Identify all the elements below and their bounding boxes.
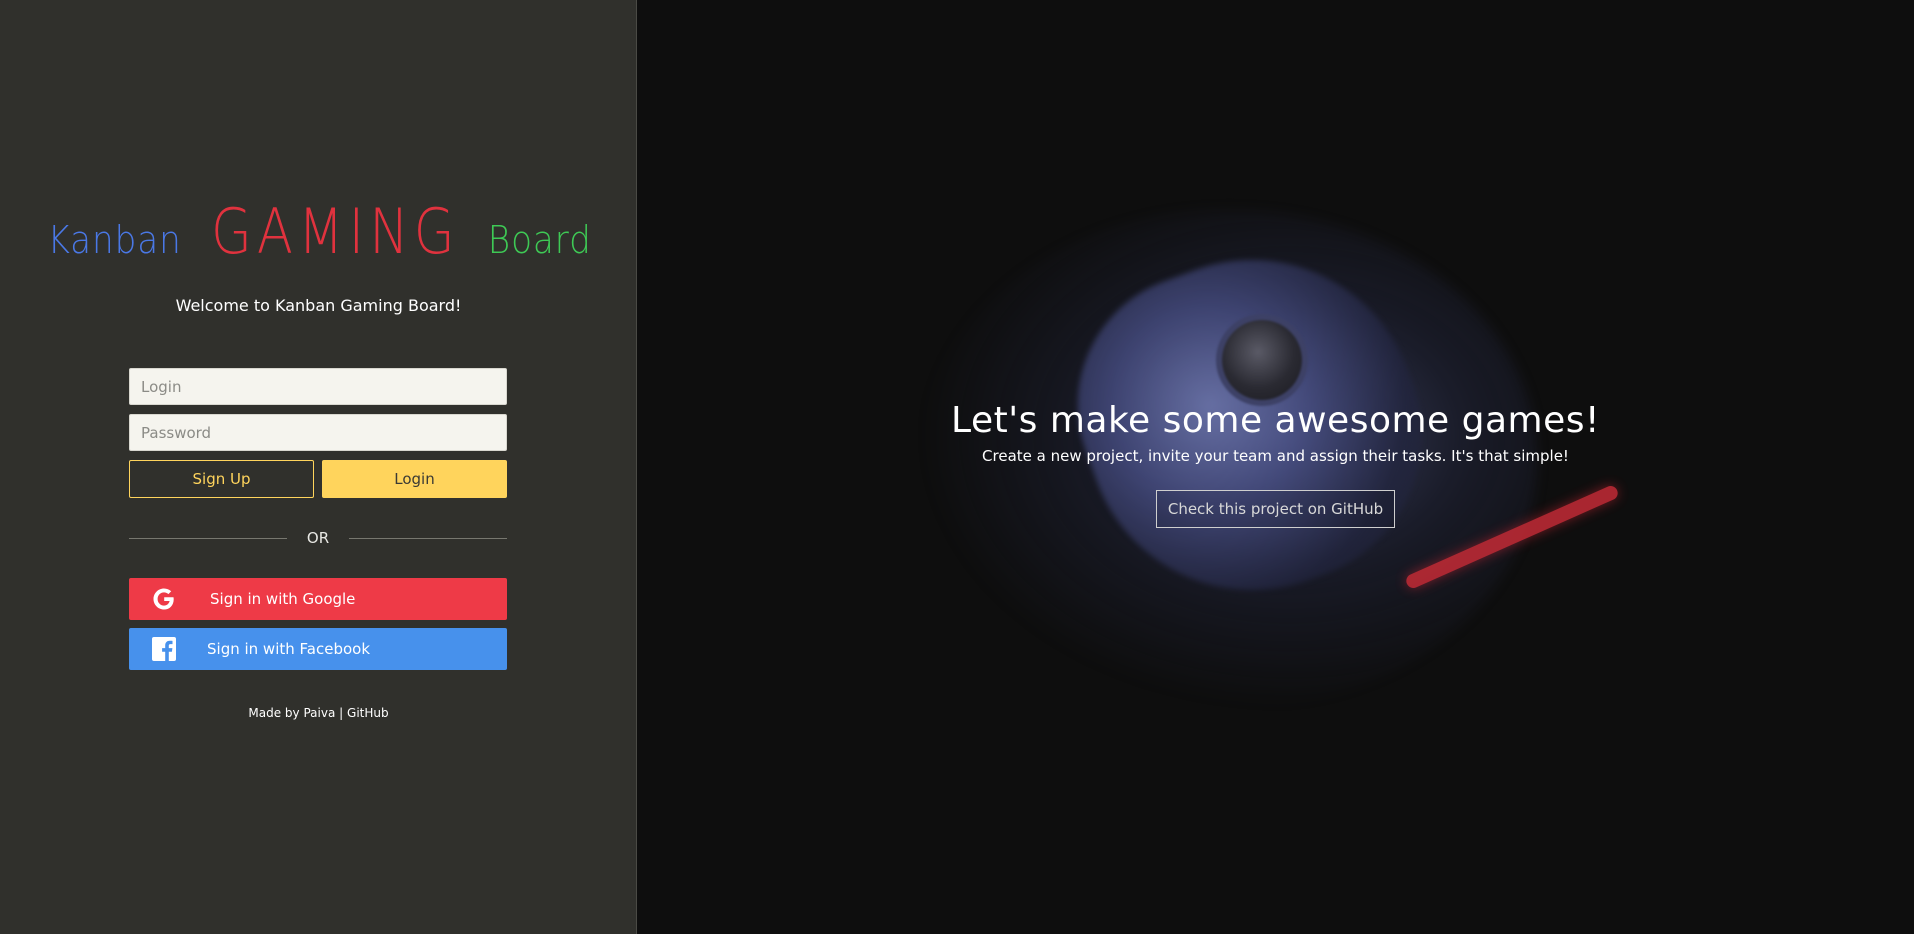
gamepad-thumbstick (1222, 320, 1302, 400)
divider-line-left (129, 537, 287, 539)
page: Kanban GAMING Board Welcome to Kanban Gami… (0, 0, 1914, 934)
login-input[interactable] (129, 368, 507, 405)
github-project-button[interactable]: Check this project on GitHub (1155, 490, 1396, 528)
welcome-text: Welcome to Kanban Gaming Board! (175, 296, 462, 315)
hero-subtitle: Create a new project, invite your team a… (982, 447, 1569, 465)
google-sign-in-button[interactable]: Sign in with Google (129, 578, 507, 620)
google-g-icon (150, 585, 178, 613)
login-panel: Kanban GAMING Board Welcome to Kanban Gami… (0, 0, 637, 934)
facebook-f-icon (150, 635, 178, 663)
logo-word-kanban: Kanban (47, 218, 182, 262)
hero-content: Let's make some awesome games! Create a … (637, 400, 1914, 528)
author-link[interactable]: Paiva (303, 706, 335, 720)
google-sign-in-label: Sign in with Google (210, 590, 356, 608)
app-logo: Kanban GAMING Board (0, 195, 637, 268)
footer-prefix: Made by (248, 706, 300, 720)
or-divider: OR (129, 528, 508, 548)
login-form: Sign Up Login OR Sign in with Google (129, 368, 508, 670)
github-link[interactable]: GitHub (347, 706, 389, 720)
facebook-sign-in-button[interactable]: Sign in with Facebook (129, 628, 507, 670)
facebook-sign-in-label: Sign in with Facebook (207, 640, 371, 658)
footer-separator: | (339, 706, 344, 720)
sign-up-button[interactable]: Sign Up (129, 460, 314, 498)
divider-line-right (349, 537, 508, 539)
logo-word-board: Board (487, 218, 592, 262)
hero-title: Let's make some awesome games! (951, 400, 1600, 441)
login-button[interactable]: Login (322, 460, 507, 498)
social-login: Sign in with Google Sign in with Faceboo… (129, 578, 507, 670)
or-text: OR (306, 529, 330, 547)
password-input[interactable] (129, 414, 507, 451)
footer-credits: Made by Paiva | GitHub (0, 706, 637, 720)
hero-panel: Let's make some awesome games! Create a … (637, 0, 1914, 934)
logo-word-gaming: GAMING (210, 195, 460, 268)
auth-buttons: Sign Up Login (129, 460, 507, 498)
